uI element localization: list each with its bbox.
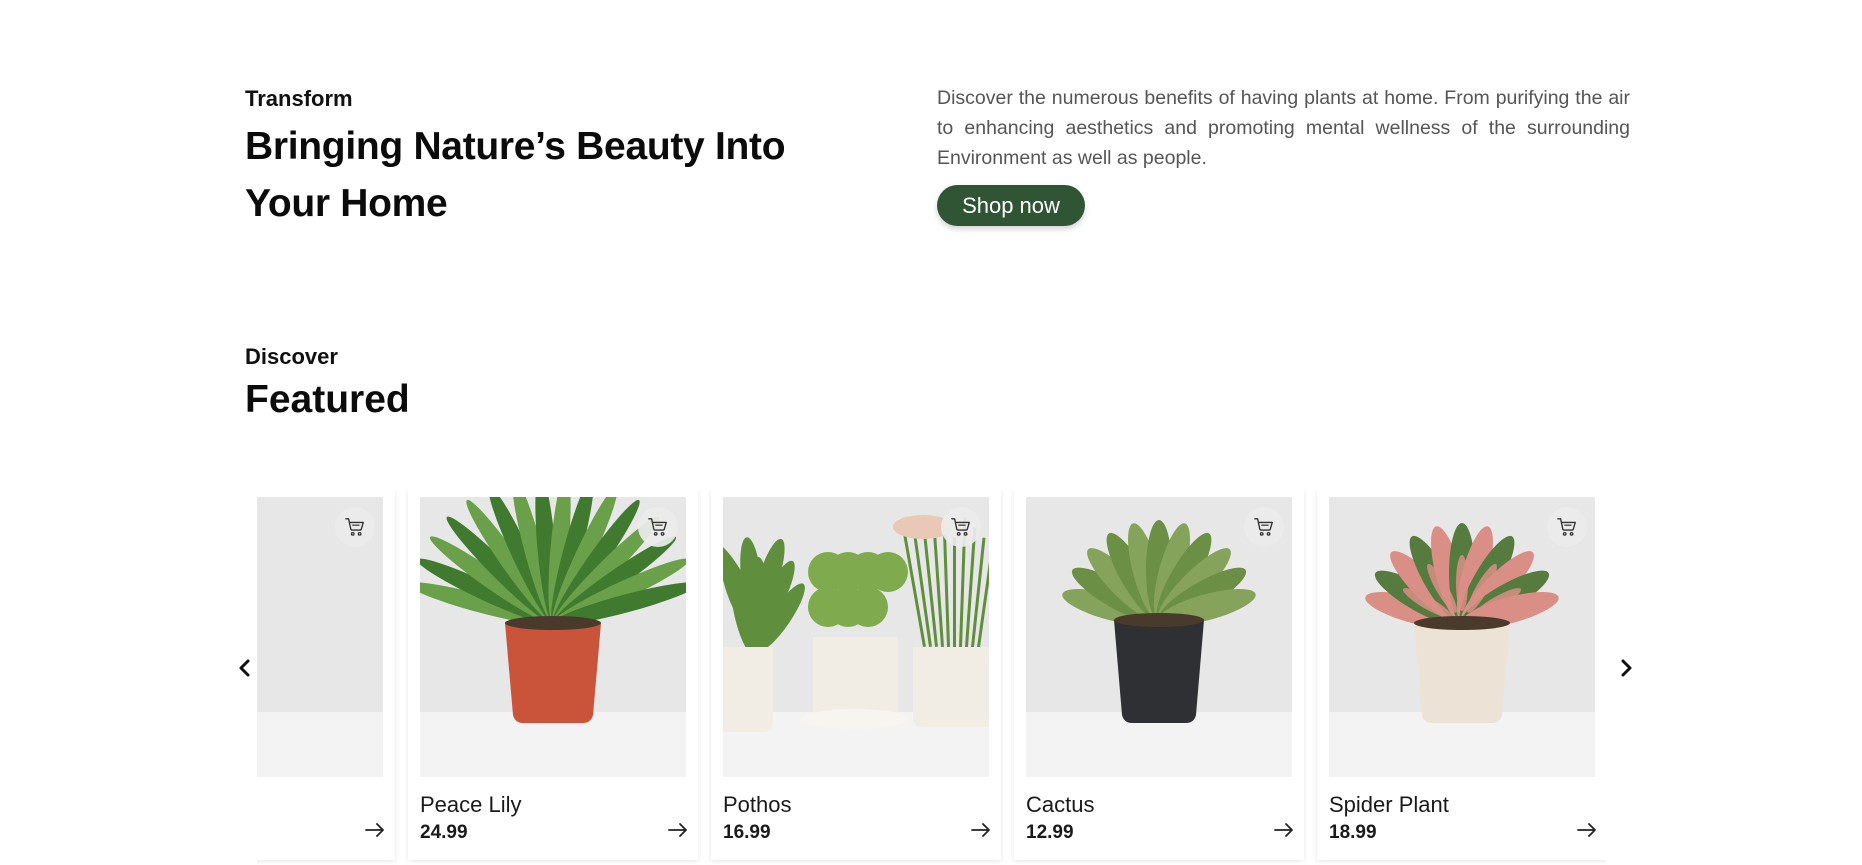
product-card[interactable]: Pothos 16.99 — [711, 490, 1001, 860]
product-price: 12.99 — [1026, 822, 1074, 843]
product-card[interactable]: Peace Lily 24.99 — [408, 490, 698, 860]
carousel-track: Peace Lily 24.99 Pothos 16.99 Cactus 12.99 Spi… — [257, 490, 1607, 865]
chevron-left-icon — [239, 659, 250, 677]
product-carousel: Peace Lily 24.99 Pothos 16.99 Cactus 12.99 Spi… — [257, 490, 1607, 865]
product-price: 18.99 — [1329, 822, 1377, 843]
hero-title: Bringing Nature’s Beauty Into Your Home — [245, 125, 786, 225]
add-to-cart-button[interactable] — [1547, 507, 1587, 547]
featured-title: Featured — [245, 378, 410, 421]
product-name: Peace Lily — [420, 792, 522, 817]
hero-eyebrow: Transform — [245, 86, 353, 111]
product-name: Pothos — [723, 792, 792, 817]
product-name: Cactus — [1026, 792, 1095, 817]
add-to-cart-button[interactable] — [941, 507, 981, 547]
featured-eyebrow: Discover — [245, 344, 338, 369]
product-price: 16.99 — [723, 822, 771, 843]
add-to-cart-button[interactable] — [1244, 507, 1284, 547]
product-card[interactable]: Spider Plant 18.99 — [1317, 490, 1607, 860]
cart-icon — [1254, 518, 1273, 536]
hero-description: Discover the numerous benefits of having… — [937, 87, 1630, 169]
cart-icon — [648, 518, 667, 536]
arrow-right-icon — [1274, 823, 1293, 837]
chevron-right-icon — [1621, 659, 1632, 677]
carousel-prev-button[interactable] — [235, 656, 255, 680]
cart-icon — [951, 518, 970, 536]
product-price: 24.99 — [420, 822, 468, 843]
carousel-next-button[interactable] — [1616, 656, 1636, 680]
product-name: Spider Plant — [1329, 792, 1449, 817]
cart-icon — [1557, 518, 1576, 536]
arrow-right-icon — [365, 823, 384, 837]
arrow-right-icon — [971, 823, 990, 837]
view-product-button[interactable] — [666, 818, 690, 842]
view-product-button[interactable] — [1575, 818, 1599, 842]
add-to-cart-button[interactable] — [335, 507, 375, 547]
add-to-cart-button[interactable] — [638, 507, 678, 547]
product-card[interactable]: Cactus 12.99 — [1014, 490, 1304, 860]
view-product-button[interactable] — [363, 818, 387, 842]
arrow-right-icon — [668, 823, 687, 837]
view-product-button[interactable] — [969, 818, 993, 842]
cart-icon — [345, 518, 364, 536]
view-product-button[interactable] — [1272, 818, 1296, 842]
arrow-right-icon — [1577, 823, 1596, 837]
shop-now-button[interactable]: Shop now — [937, 185, 1085, 226]
product-card[interactable] — [257, 490, 395, 860]
